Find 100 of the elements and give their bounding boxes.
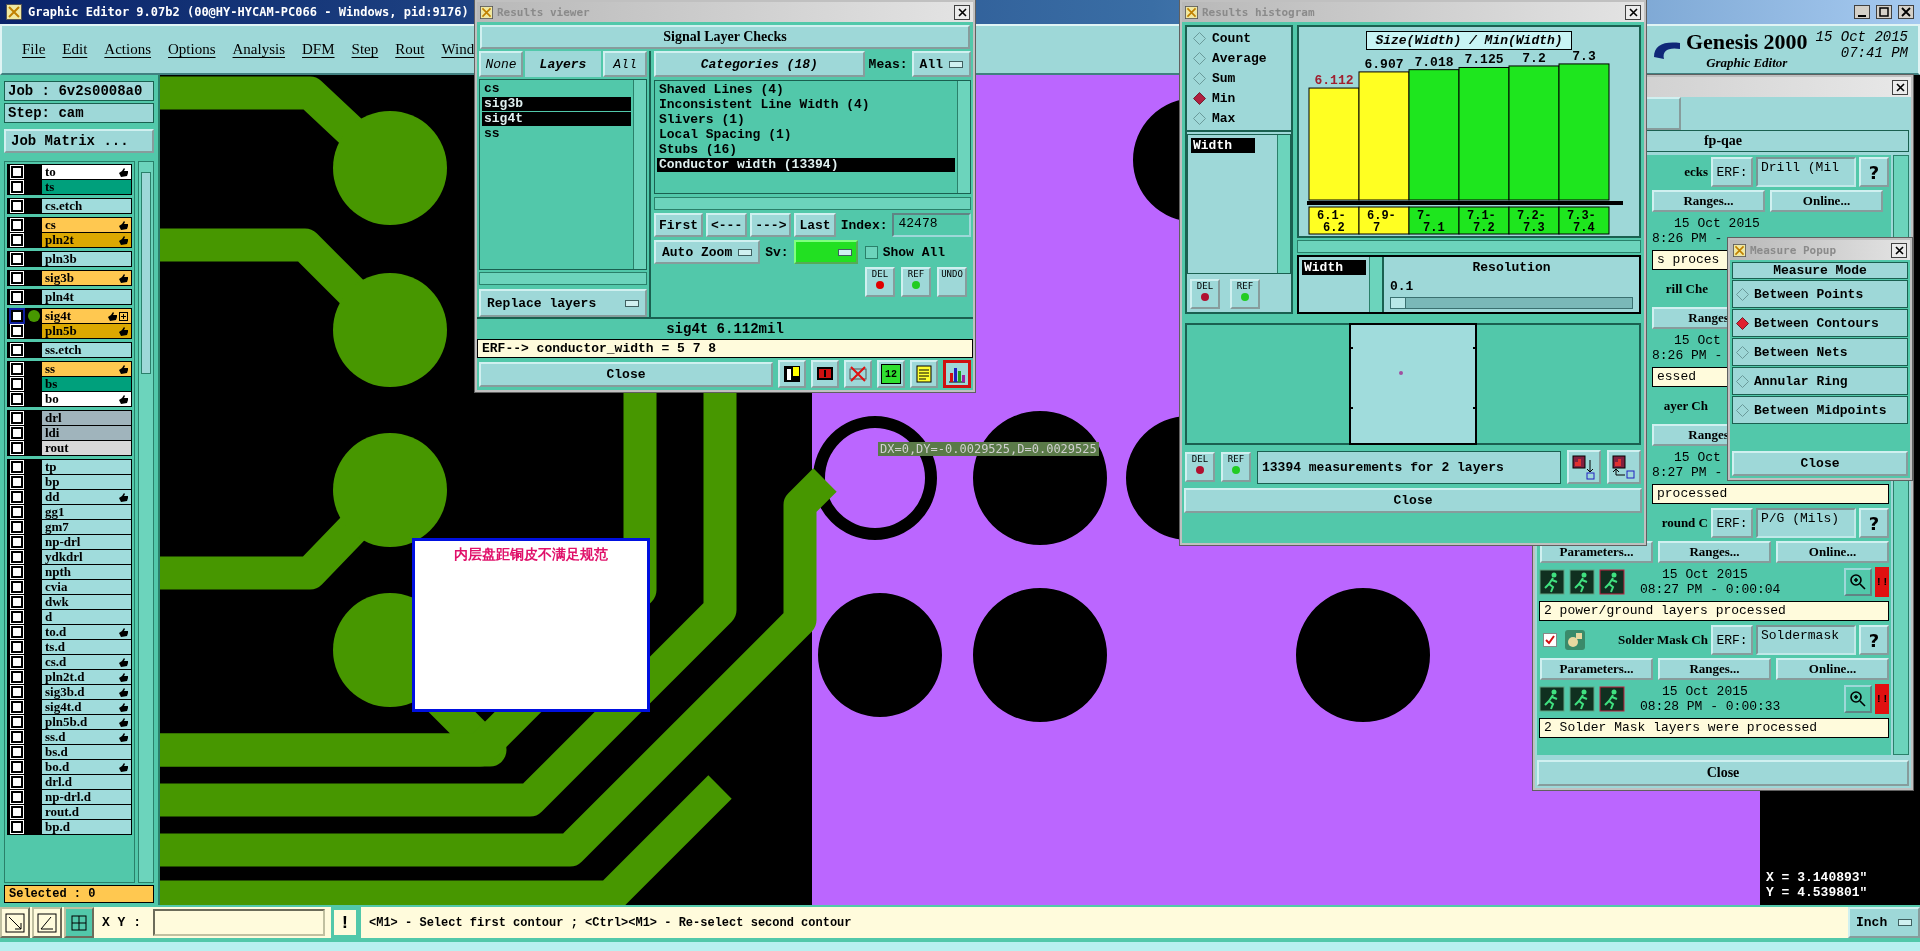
layer-checkbox[interactable] — [11, 611, 23, 623]
erf-field[interactable]: Soldermask — [1756, 625, 1856, 655]
scrollbar[interactable] — [654, 197, 971, 210]
menu-item[interactable]: DFM — [302, 41, 335, 58]
select-none-button[interactable]: None — [479, 51, 523, 77]
bar[interactable] — [1458, 67, 1510, 201]
layer-row[interactable]: npth — [42, 565, 131, 579]
minimize-button[interactable] — [1854, 5, 1870, 19]
layer-row[interactable]: sig4t.d — [42, 700, 131, 714]
navigation-button[interactable]: Last — [794, 213, 836, 237]
select-all-button[interactable]: All — [603, 51, 647, 77]
scrollbar[interactable] — [1277, 135, 1290, 273]
layer-row[interactable]: ss.d — [42, 730, 131, 744]
layer-row[interactable]: drl — [42, 411, 131, 425]
layer-checkbox[interactable] — [11, 427, 23, 439]
help-button[interactable]: ? — [1859, 625, 1889, 655]
layer-row[interactable]: to — [42, 165, 131, 179]
layer-row[interactable]: pln4t — [42, 290, 131, 304]
layer-checkbox[interactable] — [11, 641, 23, 653]
layer-list-item[interactable]: ss — [482, 127, 631, 141]
layer-row[interactable]: sig3b.d — [42, 685, 131, 699]
layer-row[interactable]: bs.d — [42, 745, 131, 759]
bar[interactable] — [1358, 71, 1410, 201]
layer-row[interactable]: d — [42, 610, 131, 624]
layer-row[interactable]: cs.d — [42, 655, 131, 669]
layer-row[interactable]: cs — [42, 218, 131, 232]
close-button[interactable] — [1625, 4, 1641, 20]
measure-mode-option[interactable]: Between Nets — [1732, 338, 1908, 366]
layer-row[interactable]: pln5b.d — [42, 715, 131, 729]
layer-checkbox[interactable] — [11, 761, 23, 773]
menu-item[interactable]: Analysis — [232, 41, 286, 58]
layer-checkbox[interactable] — [11, 791, 23, 803]
action-button[interactable]: REF — [1221, 452, 1251, 482]
layer-row[interactable]: gg1 — [42, 505, 131, 519]
layer-checkbox[interactable] — [11, 551, 23, 563]
layer-checkbox[interactable] — [11, 442, 23, 454]
action-button[interactable]: UNDO — [937, 267, 967, 297]
auto-zoom-dropdown[interactable]: Auto Zoom — [654, 240, 761, 264]
layer-checkbox[interactable] — [11, 378, 23, 390]
bar[interactable] — [1308, 87, 1360, 201]
radio-button[interactable] — [1193, 32, 1206, 45]
layer-row[interactable]: rout.d — [42, 805, 131, 819]
layer-checkbox[interactable] — [11, 344, 23, 356]
navigation-button[interactable]: First — [654, 213, 703, 237]
action-button[interactable]: REF — [901, 267, 931, 297]
show-all-checkbox[interactable] — [864, 245, 878, 259]
zoom-fit-button[interactable] — [0, 907, 30, 938]
layer-row[interactable]: drl.d — [42, 775, 131, 789]
erf-button[interactable]: ERF: — [1711, 508, 1753, 538]
menu-item[interactable]: Edit — [62, 41, 88, 58]
layer-checkbox[interactable] — [11, 776, 23, 788]
layer-checkbox[interactable] — [11, 363, 23, 375]
menu-item[interactable]: File — [22, 41, 46, 58]
close-button[interactable] — [1891, 242, 1907, 258]
close-button[interactable] — [954, 4, 970, 20]
layer-list-item[interactable]: cs — [482, 82, 631, 96]
close-button[interactable] — [1898, 5, 1914, 19]
layer-row[interactable]: sig3b — [42, 271, 131, 285]
layer-checkbox[interactable] — [11, 656, 23, 668]
check-option-button[interactable]: Ranges... — [1658, 541, 1771, 563]
layer-checkbox[interactable] — [11, 716, 23, 728]
radio-button[interactable] — [1193, 52, 1206, 65]
layer-row[interactable]: ydkdrl — [42, 550, 131, 564]
close-button[interactable] — [1892, 79, 1908, 95]
layer-row[interactable]: to.d — [42, 625, 131, 639]
layer-checkbox[interactable] — [11, 476, 23, 488]
category-list-item[interactable]: Conductor width (13394) — [657, 158, 955, 172]
radio-button[interactable] — [1193, 72, 1206, 85]
scrollbar[interactable] — [1369, 257, 1382, 312]
category-list-item[interactable]: Local Spacing (1) — [657, 128, 955, 142]
layer-row[interactable]: ss.etch — [42, 343, 131, 357]
action-button[interactable]: REF — [1230, 279, 1260, 309]
help-button[interactable]: ? — [1859, 508, 1889, 538]
layer-checkbox[interactable] — [11, 581, 23, 593]
layer-checkbox[interactable] — [11, 821, 23, 833]
bar[interactable] — [1408, 69, 1460, 201]
units-dropdown[interactable]: Inch — [1848, 907, 1920, 938]
layer-checkbox[interactable] — [11, 626, 23, 638]
radio-button[interactable] — [1193, 112, 1206, 125]
layer-row[interactable]: bo.d — [42, 760, 131, 774]
import-button[interactable] — [1607, 450, 1641, 484]
layer-checkbox[interactable] — [11, 310, 23, 322]
layer-checkbox[interactable] — [11, 686, 23, 698]
layer-row[interactable]: ss — [42, 362, 131, 376]
scrollbar[interactable] — [138, 161, 154, 883]
layer-checkbox[interactable] — [11, 393, 23, 405]
layer-row[interactable]: dd — [42, 490, 131, 504]
radio-button[interactable] — [1736, 316, 1749, 330]
close-button[interactable]: Close — [479, 361, 773, 387]
close-button[interactable]: Close — [1732, 451, 1908, 476]
zoom-button[interactable] — [1844, 568, 1872, 596]
layer-checkbox[interactable] — [11, 219, 23, 231]
radio-button[interactable] — [1736, 287, 1749, 301]
scrollbar[interactable] — [479, 272, 647, 285]
layer-checkbox[interactable] — [11, 491, 23, 503]
check-option-button[interactable]: Ranges... — [1658, 658, 1771, 680]
action-button[interactable]: DEL — [1190, 279, 1220, 309]
scrollbar[interactable] — [1297, 240, 1641, 253]
layer-row[interactable]: pln3b — [42, 252, 131, 266]
slider-thumb[interactable] — [1391, 298, 1407, 308]
